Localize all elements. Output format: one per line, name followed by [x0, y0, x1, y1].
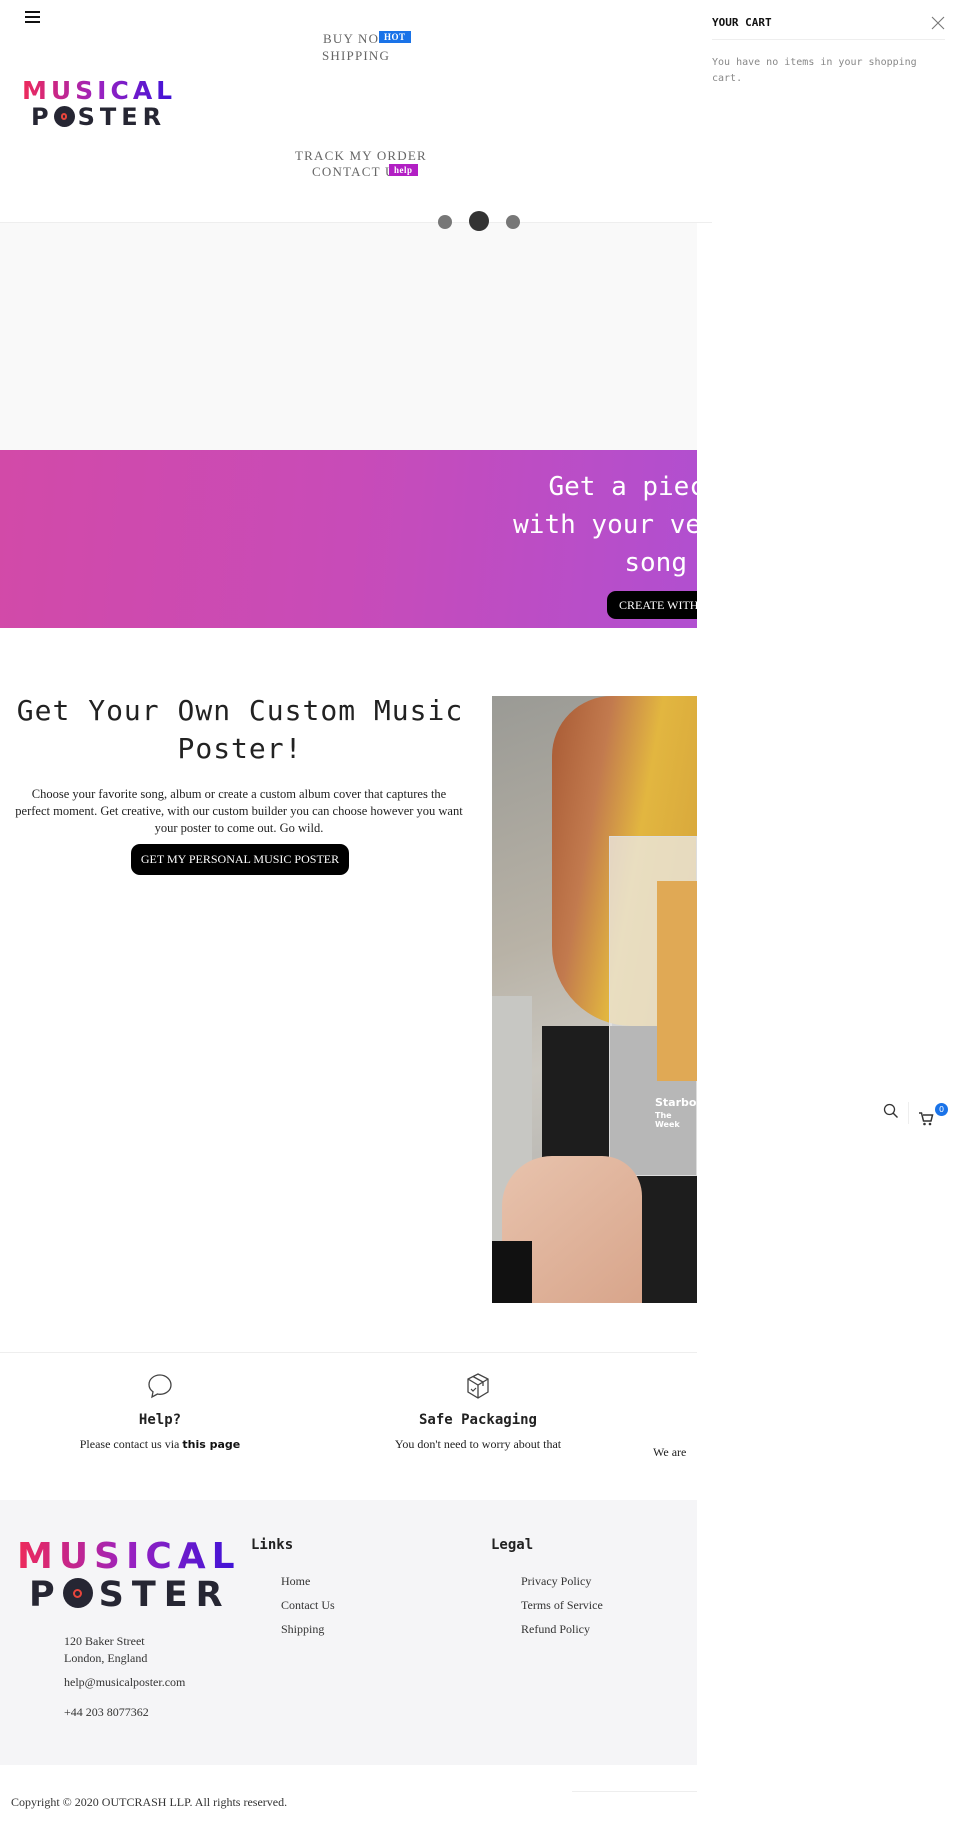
- this-page-link[interactable]: this page: [182, 1438, 240, 1451]
- nav-buy-now[interactable]: BUY NOW HOT: [323, 31, 411, 47]
- banner-heading-line: with your ve: [513, 510, 697, 540]
- footer-phone[interactable]: +44 203 8077362: [64, 1705, 149, 1720]
- close-icon[interactable]: [931, 16, 945, 30]
- cart-empty-message: You have no items in your shopping cart.: [712, 57, 917, 84]
- section-divider: [0, 1352, 697, 1353]
- feature-text: We are: [653, 1445, 687, 1459]
- help-badge: help: [389, 164, 418, 180]
- image-song-title: Starbo: [655, 1096, 697, 1109]
- cart-count-badge: 0: [935, 1103, 948, 1116]
- hamburger-icon[interactable]: [25, 10, 40, 23]
- nav-contact-us[interactable]: CONTACT US help: [312, 164, 418, 180]
- promo-description: Choose your favorite song, album or crea…: [15, 787, 463, 835]
- feature-title: Help?: [138, 1412, 182, 1428]
- copyright: Copyright © 2020 OUTCRASH LLP. All right…: [11, 1795, 288, 1809]
- feature-safe-packaging: Safe Packaging You don't need to worry a…: [358, 1370, 598, 1452]
- nav-track-order[interactable]: TRACK MY ORDER: [295, 148, 427, 164]
- footer-divider: [572, 1791, 697, 1792]
- footer-link-terms[interactable]: Terms of Service: [521, 1598, 603, 1613]
- image-artist: The Week: [655, 1111, 680, 1129]
- logo-text-ster: STER: [77, 103, 167, 131]
- footer-link-refund[interactable]: Refund Policy: [521, 1622, 590, 1637]
- footer-email[interactable]: help@musicalposter.com: [64, 1675, 185, 1690]
- legal-heading: Legal: [491, 1537, 534, 1553]
- footer-link-privacy[interactable]: Privacy Policy: [521, 1574, 591, 1589]
- address-line: 120 Baker Street: [64, 1634, 145, 1648]
- cart-title: YOUR CART: [712, 16, 772, 29]
- chat-bubble-icon: [148, 1374, 172, 1399]
- footer-link-shipping[interactable]: Shipping: [281, 1622, 324, 1637]
- get-poster-button[interactable]: GET MY PERSONAL MUSIC POSTER: [131, 844, 349, 875]
- banner-heading-line: Get a piec: [548, 472, 697, 502]
- slider-dot[interactable]: [506, 215, 520, 229]
- package-box-icon: [467, 1373, 489, 1399]
- icon-divider: [908, 1102, 909, 1124]
- logo-text-p: P: [31, 103, 54, 131]
- search-icon[interactable]: [883, 1103, 899, 1119]
- footer: MUSICAL P STER 120 Baker Street London, E…: [0, 1500, 697, 1765]
- vinyl-disc-icon: [62, 1578, 93, 1608]
- footer-logo: MUSICAL P STER: [17, 1536, 241, 1615]
- logo-text-p: P: [29, 1575, 63, 1615]
- create-button[interactable]: CREATE WITH: [607, 591, 697, 619]
- footer-link-home[interactable]: Home: [281, 1574, 310, 1589]
- cart-icon[interactable]: [918, 1111, 934, 1126]
- logo-text-musical: MUSICAL: [22, 76, 177, 105]
- vinyl-disc-icon: [53, 106, 75, 127]
- feature-help: Help? Please contact us via this page: [40, 1370, 280, 1452]
- links-heading: Links: [251, 1537, 294, 1553]
- hot-badge: HOT: [379, 31, 411, 47]
- nav-shipping[interactable]: SHIPPING: [322, 48, 390, 64]
- promo-banner: Get a piec with your ve song CREATE WITH: [0, 450, 697, 628]
- feature-title: Safe Packaging: [418, 1412, 537, 1428]
- promo-heading: Get Your Own Custom Music Poster!: [16, 694, 464, 765]
- product-photo: Starbo The Week: [492, 696, 697, 1303]
- cart-drawer: YOUR CART You have no items in your shop…: [712, 0, 960, 1834]
- slider-dot-active[interactable]: [469, 211, 489, 231]
- logo-text-ster: STER: [98, 1575, 231, 1615]
- banner-heading-line: song: [624, 548, 687, 578]
- slider-dot[interactable]: [438, 215, 452, 229]
- footer-link-contact[interactable]: Contact Us: [281, 1598, 335, 1613]
- logo[interactable]: MUSICAL P STER: [22, 76, 176, 131]
- cart-divider: [712, 39, 945, 40]
- feature-text: You don't need to worry about that: [394, 1437, 562, 1451]
- logo-text-musical: MUSICAL: [17, 1536, 241, 1577]
- feature-text: Please contact us via: [79, 1437, 183, 1451]
- address-line: London, England: [64, 1651, 148, 1665]
- hero-slider: [0, 223, 697, 450]
